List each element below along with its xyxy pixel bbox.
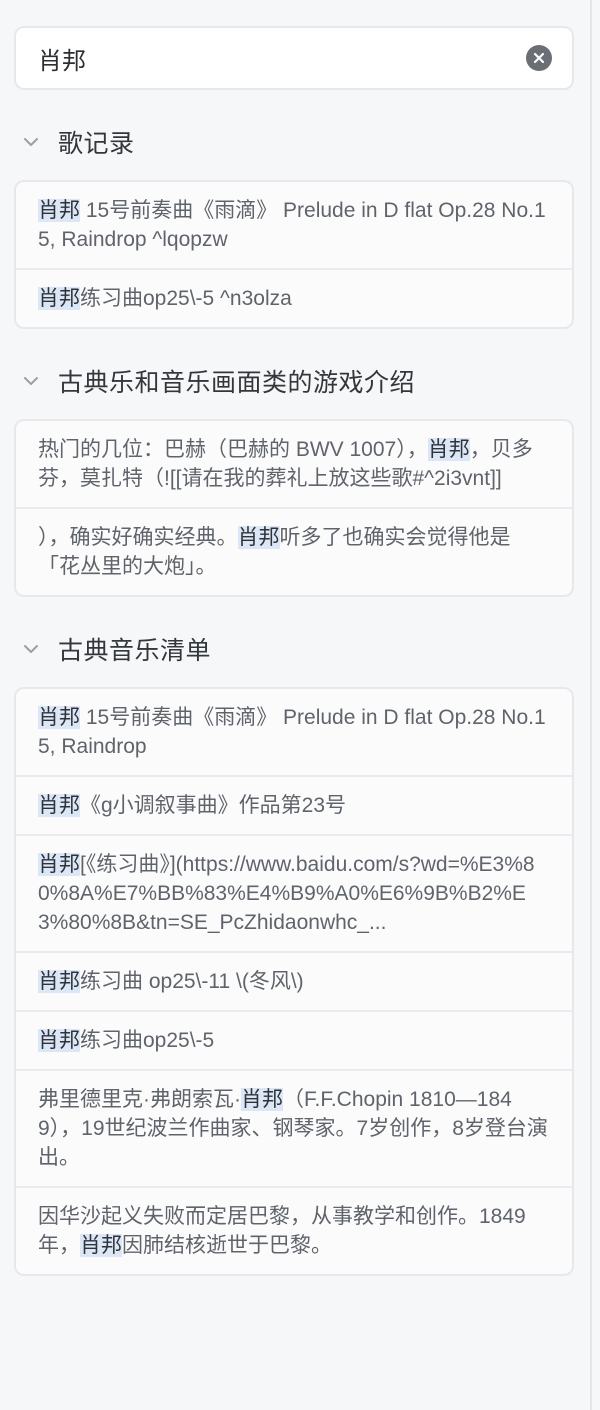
result-group: 古典乐和音乐画面类的游戏介绍热门的几位：巴赫（巴赫的 BWV 1007），肖邦，… <box>14 355 574 597</box>
result-group-header[interactable]: 古典乐和音乐画面类的游戏介绍 <box>14 355 574 407</box>
result-group-header[interactable]: 歌记录 <box>14 116 574 168</box>
match-highlight: 肖邦 <box>38 970 80 993</box>
match-highlight: 肖邦 <box>241 1088 283 1111</box>
match-text: 弗里德里克·弗朗索瓦· <box>38 1088 241 1111</box>
match-highlight: 肖邦 <box>80 1234 122 1257</box>
result-match[interactable]: 肖邦练习曲op25\-5 ^n3olza <box>16 270 572 327</box>
match-text: 15号前奏曲《雨滴》 Prelude in D flat Op.28 No.15… <box>38 199 546 251</box>
result-group-title: 古典乐和音乐画面类的游戏介绍 <box>58 369 416 397</box>
result-match[interactable]: 热门的几位：巴赫（巴赫的 BWV 1007），肖邦，贝多芬，莫扎特（![[请在我… <box>16 421 572 509</box>
result-group-header[interactable]: 古典音乐清单 <box>14 623 574 675</box>
search-results: 歌记录肖邦 15号前奏曲《雨滴》 Prelude in D flat Op.28… <box>14 116 574 1276</box>
result-match[interactable]: 肖邦练习曲 op25\-11 \(冬风\) <box>16 953 572 1012</box>
search-input[interactable] <box>38 44 526 72</box>
result-group-title: 歌记录 <box>58 130 135 158</box>
result-match[interactable]: 肖邦《g小调叙事曲》作品第23号 <box>16 777 572 836</box>
match-highlight: 肖邦 <box>38 794 80 817</box>
search-panel: 歌记录肖邦 15号前奏曲《雨滴》 Prelude in D flat Op.28… <box>0 0 600 1410</box>
match-text: ），确实好确实经典。 <box>38 526 238 549</box>
result-match[interactable]: 因华沙起义失败而定居巴黎，从事教学和创作。1849年，肖邦因肺结核逝世于巴黎。 <box>16 1188 572 1274</box>
match-highlight: 肖邦 <box>38 706 80 729</box>
match-text: 热门的几位：巴赫（巴赫的 BWV 1007）， <box>38 438 428 461</box>
result-card: 肖邦 15号前奏曲《雨滴》 Prelude in D flat Op.28 No… <box>14 180 574 329</box>
result-group: 古典音乐清单肖邦 15号前奏曲《雨滴》 Prelude in D flat Op… <box>14 623 574 1276</box>
result-card: 肖邦 15号前奏曲《雨滴》 Prelude in D flat Op.28 No… <box>14 687 574 1276</box>
search-box[interactable] <box>14 26 574 90</box>
match-text: 因肺结核逝世于巴黎。 <box>122 1234 332 1257</box>
match-highlight: 肖邦 <box>427 438 470 461</box>
result-match[interactable]: ），确实好确实经典。肖邦听多了也确实会觉得他是「花丛里的大炮」。 <box>16 509 572 595</box>
result-match[interactable]: 肖邦 15号前奏曲《雨滴》 Prelude in D flat Op.28 No… <box>16 689 572 777</box>
match-highlight: 肖邦 <box>38 287 80 310</box>
result-group: 歌记录肖邦 15号前奏曲《雨滴》 Prelude in D flat Op.28… <box>14 116 574 329</box>
match-highlight: 肖邦 <box>38 199 80 222</box>
match-text: 《g小调叙事曲》作品第23号 <box>80 794 347 817</box>
result-group-title: 古典音乐清单 <box>58 637 212 665</box>
match-highlight: 肖邦 <box>237 526 280 549</box>
match-text: [《练习曲》](https://www.baidu.com/s?wd=%E3%8… <box>38 853 535 934</box>
chevron-down-icon[interactable] <box>20 638 42 660</box>
panel-divider <box>590 0 592 1410</box>
match-text: 练习曲 op25\-11 \(冬风\) <box>80 970 304 993</box>
close-circle-icon[interactable] <box>526 45 552 71</box>
result-match[interactable]: 肖邦练习曲op25\-5 <box>16 1012 572 1071</box>
result-match[interactable]: 肖邦[《练习曲》](https://www.baidu.com/s?wd=%E3… <box>16 836 572 953</box>
chevron-down-icon[interactable] <box>20 131 42 153</box>
match-text: 15号前奏曲《雨滴》 Prelude in D flat Op.28 No.15… <box>38 706 546 758</box>
match-text: 练习曲op25\-5 ^n3olza <box>80 287 292 310</box>
chevron-down-icon[interactable] <box>20 370 42 392</box>
result-match[interactable]: 肖邦 15号前奏曲《雨滴》 Prelude in D flat Op.28 No… <box>16 182 572 270</box>
match-highlight: 肖邦 <box>38 853 80 876</box>
match-text: 练习曲op25\-5 <box>80 1029 215 1052</box>
result-match[interactable]: 弗里德里克·弗朗索瓦·肖邦（F.F.Chopin 1810—1849），19世纪… <box>16 1071 572 1188</box>
match-highlight: 肖邦 <box>38 1029 80 1052</box>
result-card: 热门的几位：巴赫（巴赫的 BWV 1007），肖邦，贝多芬，莫扎特（![[请在我… <box>14 419 574 597</box>
